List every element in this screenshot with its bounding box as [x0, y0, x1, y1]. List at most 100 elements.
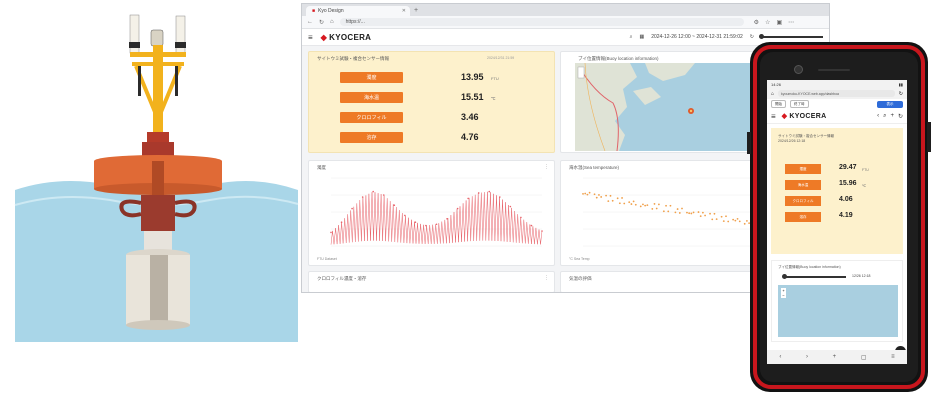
- data-point: [667, 211, 669, 213]
- data-point: [727, 221, 729, 223]
- phone-reload-icon[interactable]: ↻: [899, 91, 903, 97]
- data-point: [499, 196, 501, 198]
- refresh-icon[interactable]: ↻: [750, 34, 754, 40]
- browser-tab[interactable]: ■ Kyo Design ✕: [306, 6, 410, 16]
- reload-icon[interactable]: ↻: [319, 19, 324, 26]
- phone-app-header: ≡ ◆KYOCERA ‹ ⌕ + ↻: [767, 109, 907, 124]
- data-point: [587, 194, 589, 196]
- data-point: [679, 212, 681, 214]
- data-point: [658, 204, 660, 206]
- extensions-icon[interactable]: ⚙: [754, 19, 759, 26]
- metric-unit-turbidity: FTU: [491, 76, 499, 81]
- data-point: [663, 210, 665, 212]
- phone-slider-handle[interactable]: [782, 274, 787, 279]
- more-icon[interactable]: ⋯: [788, 19, 794, 26]
- metric-button-chlorophyll[interactable]: クロロフィル: [340, 112, 403, 123]
- home-icon[interactable]: ⌂: [330, 19, 334, 25]
- phone-metric-button-turbidity[interactable]: 濁度: [785, 164, 821, 174]
- buoy-illustration: [0, 0, 300, 396]
- phone-nav-tabs-icon[interactable]: ▢: [861, 354, 867, 361]
- data-point: [520, 217, 522, 219]
- phone-search-icon[interactable]: ⌕: [883, 113, 886, 120]
- phone-nav-add-icon[interactable]: +: [833, 354, 837, 360]
- data-point: [746, 220, 748, 222]
- phone-metric-button-sea-temp[interactable]: 海水温: [785, 180, 821, 190]
- data-point: [732, 219, 734, 221]
- favorite-icon[interactable]: ☆: [765, 19, 770, 26]
- phone-metric-button-chlorophyll[interactable]: クロロフィル: [785, 196, 821, 206]
- sensor-card: サイトウミ試験・複合センサー情報 2024/12/31 21:59 濁度 海水温…: [308, 51, 555, 153]
- metric-button-turbidity[interactable]: 濁度: [340, 72, 403, 83]
- data-point: [711, 218, 713, 220]
- data-point: [681, 208, 683, 210]
- metric-button-sea-temp[interactable]: 海水温: [340, 92, 403, 103]
- phone-date-to[interactable]: 終了時: [790, 100, 809, 108]
- data-point: [372, 191, 374, 193]
- data-point: [721, 216, 723, 218]
- date-range[interactable]: 2024-12-26 12:00 ~ 2024-12-31 21:59:02: [651, 34, 743, 40]
- front-camera-icon: [794, 65, 803, 74]
- zoom-icon[interactable]: ⌕: [630, 34, 633, 40]
- calendar-icon[interactable]: ▦: [639, 34, 644, 40]
- speaker-grille: [818, 69, 850, 71]
- chlorophyll-card: クロロフィル濃度・溶存 ⋮: [308, 271, 555, 293]
- phone-metric-unit-sea-temp: ℃: [862, 184, 866, 188]
- chlorophyll-more-icon[interactable]: ⋮: [544, 275, 549, 281]
- phone-nav-back-icon[interactable]: ‹: [779, 354, 781, 360]
- phone-home-icon[interactable]: ⌂: [771, 91, 774, 97]
- phone-menu-icon[interactable]: ≡: [771, 112, 776, 121]
- phone-address-bar[interactable]: kyoumoku-KYOCE.web.app/dashboa: [778, 90, 895, 97]
- sensor-card-title: サイトウミ試験・複合センサー情報: [317, 56, 389, 62]
- back-icon[interactable]: ←: [307, 19, 313, 25]
- data-point: [617, 197, 619, 199]
- new-tab-icon[interactable]: +: [414, 6, 418, 16]
- series-line: [331, 192, 542, 245]
- data-point: [598, 194, 600, 196]
- metric-button-dissolved[interactable]: 溶存: [340, 132, 403, 143]
- turbidity-chart-footer: FTU Dataset: [317, 257, 337, 261]
- close-tab-icon[interactable]: ✕: [402, 8, 406, 14]
- data-point: [467, 198, 469, 200]
- turbidity-chart-title: 濁度: [317, 165, 326, 171]
- data-point: [362, 196, 364, 198]
- phone-nav-menu-icon[interactable]: ≡: [891, 354, 895, 360]
- data-point: [600, 196, 602, 198]
- phone-refresh-icon[interactable]: ↻: [898, 113, 903, 120]
- collections-icon[interactable]: ▣: [776, 19, 782, 26]
- phone-metric-button-dissolved[interactable]: 溶存: [785, 212, 821, 222]
- address-bar[interactable]: https://...: [340, 18, 744, 26]
- phone-back-icon[interactable]: ‹: [877, 113, 879, 120]
- data-point: [640, 206, 642, 208]
- phone-map-zoom-icon[interactable]: +−: [781, 288, 786, 298]
- data-point: [651, 208, 653, 210]
- turbidity-chart-more-icon[interactable]: ⋮: [544, 164, 549, 170]
- time-slider[interactable]: [761, 36, 823, 38]
- phone-metric-value-dissolved: 4.19: [839, 212, 853, 219]
- data-point: [510, 206, 512, 208]
- phone-show-button[interactable]: 表示: [877, 101, 903, 108]
- phone-brand-logo: ◆KYOCERA: [782, 112, 827, 120]
- phone-date-from[interactable]: 開始: [771, 100, 786, 108]
- data-point: [642, 203, 644, 205]
- buoy-graphic: [0, 0, 300, 396]
- data-point: [605, 195, 607, 197]
- phone-metric-value-turbidity: 29.47: [839, 164, 857, 171]
- phone-metric-unit-turbidity: FTU: [862, 168, 869, 172]
- data-point: [383, 194, 385, 196]
- phone-sensor-card-title: サイトウミ試験・複合センサー情報 2024/12/26 12:18: [778, 134, 834, 144]
- data-point: [341, 221, 343, 223]
- phone-map[interactable]: +−: [778, 285, 898, 337]
- brand-logo: ◆KYOCERA: [321, 33, 372, 42]
- data-point: [488, 191, 490, 193]
- browser-toolbar: ← ↻ ⌂ https://... ⚙ ☆ ▣ ⋯: [302, 16, 829, 29]
- smartphone: 14:26 ▮▮ ⌂ kyoumoku-KYOCE.web.app/dashbo…: [750, 42, 928, 392]
- data-point: [541, 230, 543, 232]
- data-point: [621, 197, 623, 199]
- phone-add-icon[interactable]: +: [890, 113, 894, 120]
- menu-icon[interactable]: ≡: [308, 33, 313, 42]
- data-point: [693, 212, 695, 214]
- sea-temp-chart-footer: °C Sea Temp: [569, 257, 590, 261]
- phone-time-slider[interactable]: [786, 276, 846, 278]
- data-point: [594, 193, 596, 195]
- phone-nav-forward-icon[interactable]: ›: [806, 354, 808, 360]
